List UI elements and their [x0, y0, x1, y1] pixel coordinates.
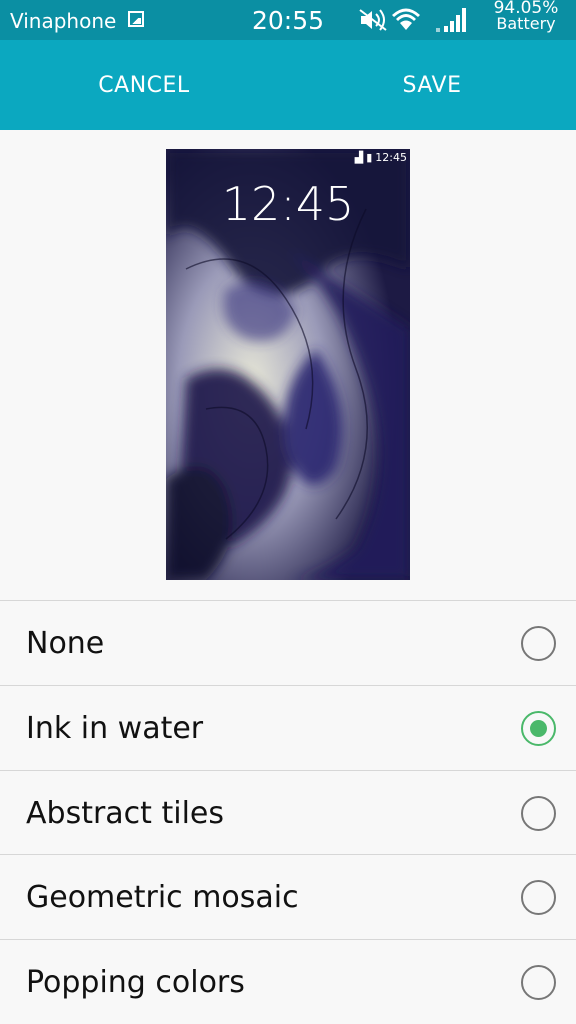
wifi-icon [392, 8, 420, 30]
preview-status-time: 12:45 [375, 151, 407, 164]
preview-battery-icon: ▮ [366, 151, 373, 164]
mute-icon [359, 9, 387, 31]
option-geometric-mosaic[interactable]: Geometric mosaic [0, 855, 576, 939]
status-bar: Vinaphone 20:55 94.05% Battery [0, 0, 576, 40]
option-label: Ink in water [26, 710, 204, 746]
option-label: Geometric mosaic [26, 879, 299, 915]
status-icons [359, 8, 466, 32]
save-button[interactable]: SAVE [288, 40, 576, 130]
gallery-icon [128, 11, 144, 27]
option-ink-in-water[interactable]: Ink in water [0, 686, 576, 770]
radio-button[interactable] [521, 796, 556, 831]
option-label: Abstract tiles [26, 795, 224, 831]
preview-signal-icon: ▟ [354, 151, 364, 164]
option-abstract-tiles[interactable]: Abstract tiles [0, 771, 576, 855]
radio-button[interactable] [521, 626, 556, 661]
battery-label: Battery [496, 14, 556, 33]
option-label: None [26, 625, 105, 661]
radio-button[interactable] [521, 880, 556, 915]
preview-clock: 12:45 [221, 177, 355, 231]
status-time: 20:55 [252, 6, 325, 35]
option-none[interactable]: None [0, 601, 576, 685]
option-label: Popping colors [26, 964, 245, 1000]
action-bar: CANCEL SAVE [0, 40, 576, 130]
radio-button-selected[interactable] [521, 711, 556, 746]
radio-button[interactable] [521, 965, 556, 1000]
signal-icon [436, 8, 466, 32]
carrier-name: Vinaphone [10, 9, 117, 33]
battery-indicator: 94.05% Battery [478, 0, 574, 40]
option-popping-colors[interactable]: Popping colors [0, 940, 576, 1024]
wallpaper-preview: ▟ ▮ 12:45 12:45 [166, 149, 410, 580]
cancel-button[interactable]: CANCEL [0, 40, 288, 130]
preview-status-bar: ▟ ▮ 12:45 [355, 151, 407, 164]
